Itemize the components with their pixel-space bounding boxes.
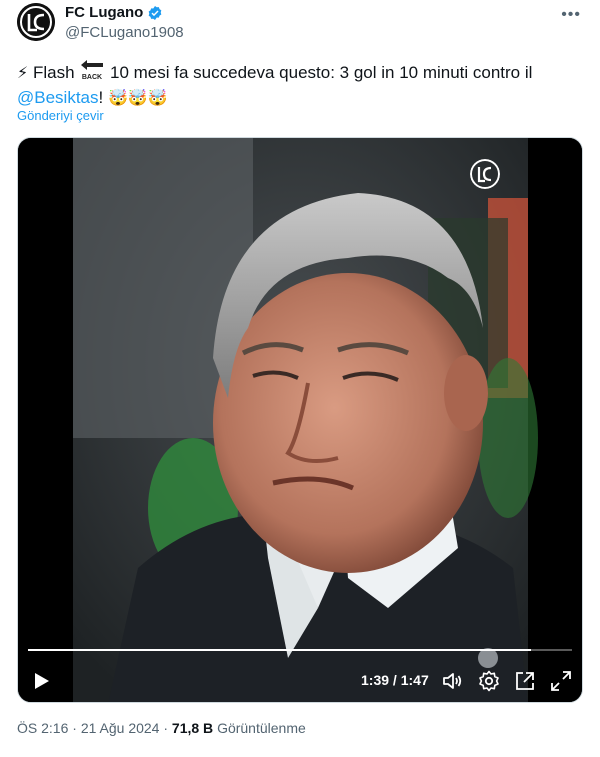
- video-time: 1:39 / 1:47: [361, 672, 429, 688]
- tweet-text: ⚡ Flash BACK 10 mesi fa succedeva questo…: [17, 58, 587, 111]
- translate-post-link[interactable]: Gönderiyi çevir: [17, 108, 104, 123]
- video-current-time: 1:39: [361, 672, 390, 688]
- display-name[interactable]: FC Lugano: [65, 4, 143, 21]
- more-options-icon[interactable]: •••: [561, 6, 581, 24]
- verified-badge-icon: [148, 5, 162, 20]
- tweet-body: 10 mesi fa succedeva questo: 3 gol in 10…: [110, 63, 533, 82]
- fc-lugano-logo-icon: [17, 3, 55, 41]
- fullscreen-icon[interactable]: [549, 669, 573, 693]
- settings-icon[interactable]: [477, 669, 501, 693]
- video-player[interactable]: 1:39 / 1:47: [17, 137, 583, 703]
- lightning-emoji: ⚡: [17, 65, 29, 82]
- volume-icon[interactable]: [441, 669, 465, 693]
- meta-separator: ·: [72, 720, 77, 736]
- svg-text:BACK: BACK: [82, 74, 102, 80]
- user-handle[interactable]: @FCLugano1908: [65, 24, 184, 41]
- post-date[interactable]: 21 Ağu 2024: [81, 720, 160, 736]
- tweet-exclamation: !: [98, 88, 104, 107]
- play-icon[interactable]: [29, 669, 53, 693]
- video-frame: [18, 138, 582, 702]
- tweet-meta: ÖS 2:16 · 21 Ağu 2024 · 71,8 B Görüntüle…: [17, 720, 306, 736]
- meta-separator-2: ·: [163, 720, 169, 736]
- avatar[interactable]: [17, 3, 55, 41]
- post-time[interactable]: ÖS 2:16: [17, 720, 68, 736]
- views-label: Görüntülenme: [217, 720, 306, 736]
- video-controls: 1:39 / 1:47: [18, 663, 582, 699]
- video-progress-fill: [28, 649, 532, 651]
- watermark-logo-icon: [470, 159, 500, 189]
- back-arrow-icon: BACK: [81, 60, 104, 80]
- video-duration: 1:47: [400, 672, 429, 688]
- tweet-header: FC Lugano @FCLugano1908 •••: [17, 3, 587, 43]
- video-time-separator: /: [392, 672, 397, 688]
- tweet-word-flash: Flash: [32, 63, 75, 82]
- exploding-head-emojis: 🤯🤯🤯: [107, 90, 168, 107]
- pop-out-icon[interactable]: [513, 669, 537, 693]
- views-count: 71,8 B: [171, 720, 214, 736]
- mention-link[interactable]: @Besiktas: [17, 88, 99, 107]
- video-progress-bar[interactable]: [28, 649, 572, 651]
